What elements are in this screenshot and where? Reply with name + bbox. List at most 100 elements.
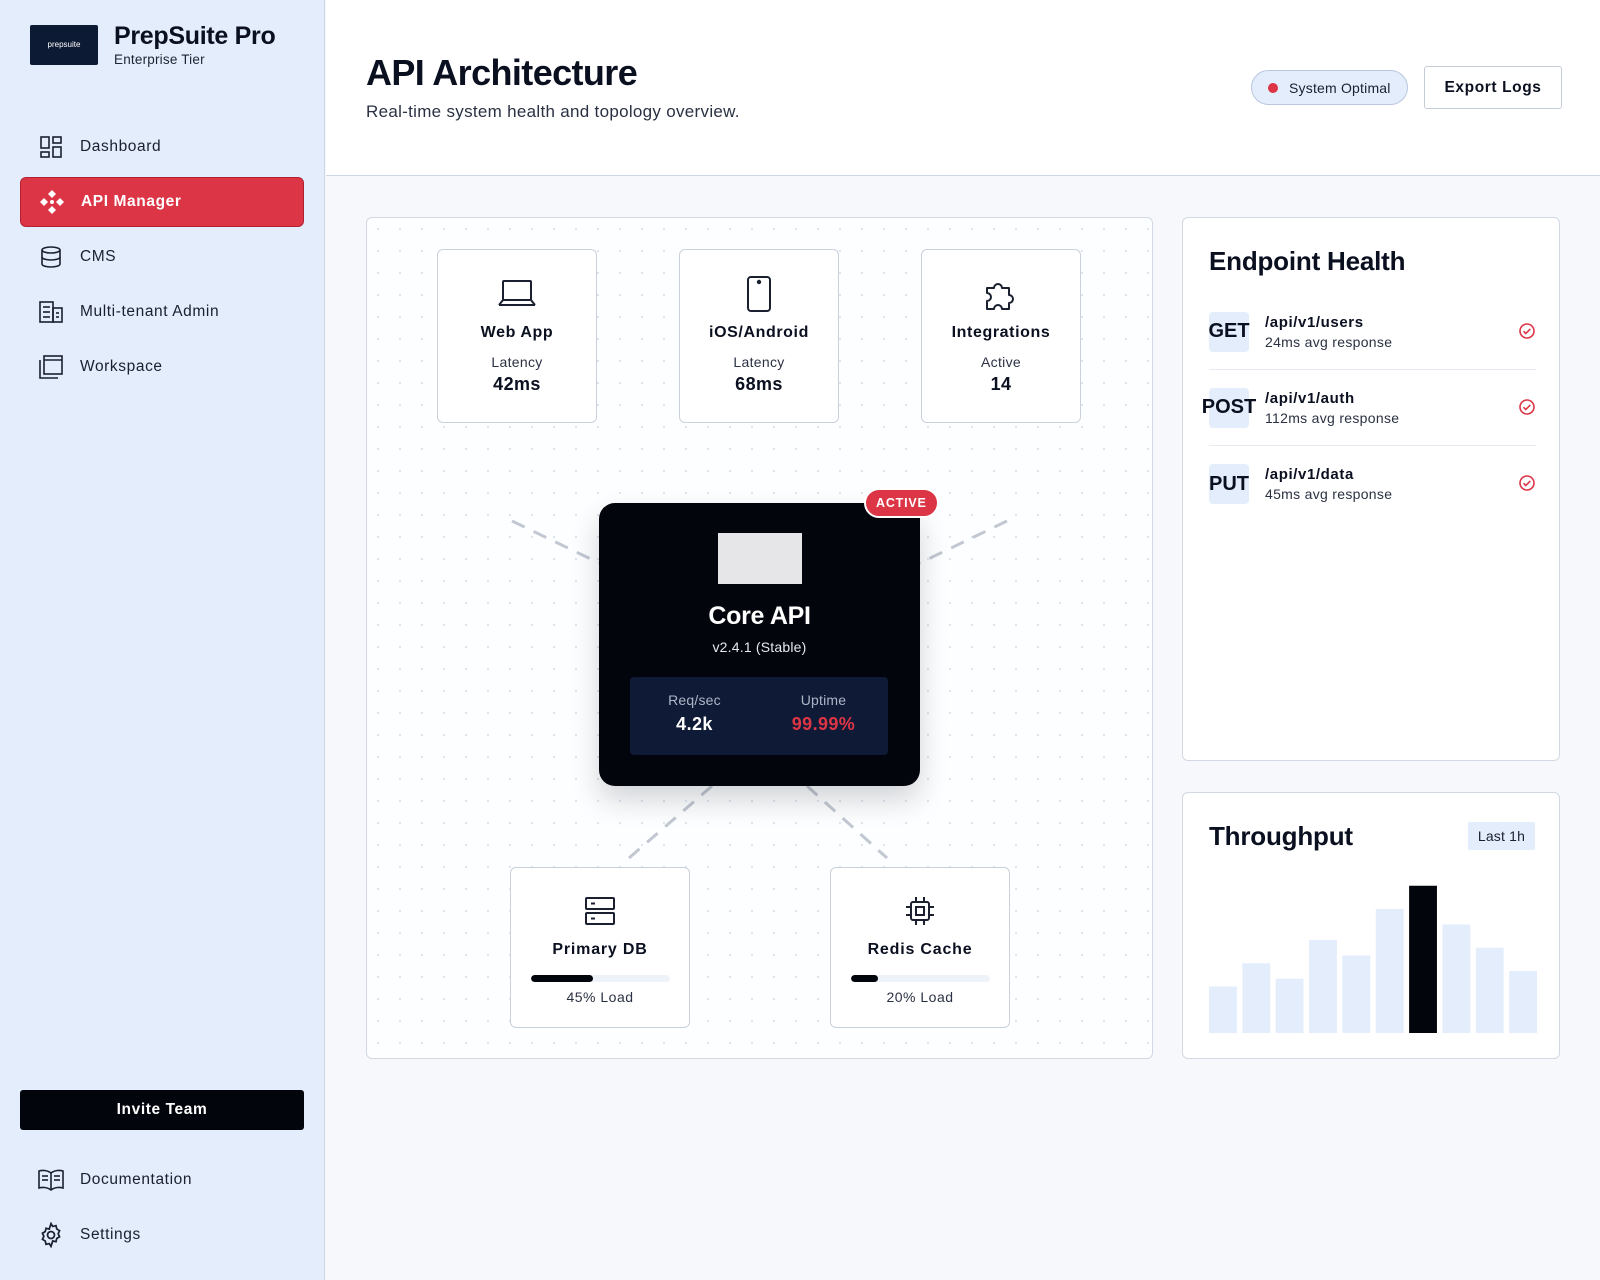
endpoint-row[interactable]: GET /api/v1/users 24ms avg response (1208, 294, 1536, 370)
load-bar-fill (850, 975, 879, 982)
panel-title: Endpoint Health (1209, 246, 1406, 276)
invite-team-button[interactable]: Invite Team (20, 1090, 304, 1130)
endpoint-path: /api/v1/data (1265, 466, 1354, 483)
page-header: API Architecture Real-time system health… (326, 0, 1600, 176)
nav-item-cms[interactable]: CMS (20, 232, 304, 282)
endpoint-path: /api/v1/users (1265, 313, 1364, 331)
infra-card-redis-cache[interactable]: Redis Cache 20% Load (830, 867, 1010, 1028)
page-subtitle: Real-time system health and topology ove… (366, 102, 740, 121)
client-name: Web App (480, 324, 554, 341)
core-api-node[interactable]: ACTIVE Core API v2.4.1 (Stable) Req/sec … (599, 488, 939, 786)
book-icon (37, 1166, 65, 1194)
endpoint-list: GET /api/v1/users 24ms avg response POST… (1202, 294, 1536, 522)
nav-label: CMS (80, 248, 117, 265)
laptop-icon (497, 274, 537, 314)
brand-title: PrepSuite Pro (114, 22, 276, 50)
endpoint-row[interactable]: POST /api/v1/auth 112ms avg response (1202, 370, 1536, 446)
client-card-web-app[interactable]: Web App Latency 42ms (437, 249, 597, 423)
throughput-bar (1242, 963, 1271, 1033)
brand-logo: prepsuite (30, 24, 98, 65)
client-metric-label: Latency (491, 354, 543, 370)
status-dot-icon (1268, 82, 1278, 93)
endpoint-meta: 45ms avg response (1265, 486, 1393, 502)
nav-label: Multi-tenant Admin (80, 303, 220, 320)
dashboard-icon (37, 133, 65, 161)
load-bar (530, 975, 670, 982)
workspace-icon (37, 353, 65, 381)
throughput-bar (1275, 978, 1304, 1033)
export-logs-button[interactable]: Export Logs (1424, 66, 1562, 109)
topology-panel: Web App Latency 42ms iOS/Android Latency… (366, 217, 1153, 1059)
throughput-chart (1209, 885, 1537, 1033)
nav-item-workspace[interactable]: Workspace (20, 342, 304, 392)
core-api-version: v2.4.1 (Stable) (712, 639, 807, 655)
client-metric-value: 42ms (493, 374, 541, 394)
client-name: Integrations (951, 324, 1051, 341)
infra-card-primary-db[interactable]: Primary DB 45% Load (510, 867, 690, 1028)
http-method-badge: GET (1208, 311, 1250, 352)
client-metric-label: Latency (733, 354, 785, 370)
http-method-badge: PUT (1209, 464, 1249, 504)
check-circle-icon (1519, 475, 1535, 491)
stat-label: Req/sec (668, 692, 721, 708)
client-metric-label: Active (981, 354, 1021, 370)
load-bar (850, 975, 990, 982)
nav-item-documentation[interactable]: Documentation (20, 1155, 304, 1205)
throughput-bar (1342, 955, 1371, 1033)
client-card-ios-android[interactable]: iOS/Android Latency 68ms (679, 249, 839, 423)
database-icon (37, 243, 65, 271)
stat-req-sec: Req/sec 4.2k (630, 677, 759, 755)
client-name: iOS/Android (709, 324, 809, 341)
throughput-bar (1509, 971, 1537, 1033)
throughput-bar (1442, 924, 1471, 1033)
sidebar: prepsuite PrepSuite Pro Enterprise Tier … (0, 0, 325, 1280)
endpoint-row[interactable]: PUT /api/v1/data 45ms avg response (1209, 446, 1536, 522)
nav-label: Documentation (80, 1171, 193, 1188)
nav-label: Workspace (80, 358, 163, 375)
system-status-badge: System Optimal (1251, 70, 1408, 105)
active-badge: ACTIVE (864, 488, 939, 518)
nav-item-api-manager[interactable]: API Manager (20, 177, 304, 227)
throughput-bar (1375, 909, 1404, 1033)
endpoint-meta: 24ms avg response (1265, 333, 1393, 350)
chip-icon (903, 894, 937, 928)
endpoint-meta: 112ms avg response (1265, 409, 1400, 426)
load-label: 20% Load (886, 989, 954, 1005)
infra-name: Primary DB (552, 941, 648, 958)
nav-item-dashboard[interactable]: Dashboard (20, 122, 304, 172)
panel-title: Throughput (1209, 821, 1353, 851)
check-circle-icon (1519, 323, 1535, 339)
check-circle-icon (1519, 399, 1535, 415)
client-card-integrations[interactable]: Integrations Active 14 (921, 249, 1081, 423)
core-api-stats: Req/sec 4.2k Uptime 99.99% (630, 677, 888, 755)
http-method-badge: POST (1202, 387, 1256, 428)
nav-label: Dashboard (80, 138, 162, 155)
main-nav: Dashboard API Manager CMS Multi-tenant A… (20, 122, 304, 397)
throughput-bar (1409, 885, 1437, 1033)
brand[interactable]: prepsuite PrepSuite Pro Enterprise Tier (30, 22, 276, 67)
api-icon (38, 188, 66, 216)
puzzle-icon (981, 274, 1021, 314)
throughput-bar (1309, 940, 1337, 1033)
phone-icon (739, 274, 779, 314)
endpoint-health-panel: Endpoint Health GET /api/v1/users 24ms a… (1182, 217, 1560, 761)
client-metric-value: 14 (990, 374, 1012, 394)
endpoint-path: /api/v1/auth (1265, 389, 1355, 407)
nav-item-settings[interactable]: Settings (20, 1210, 304, 1260)
load-label: 45% Load (566, 989, 634, 1005)
server-icon (583, 894, 617, 928)
core-api-title: Core API (708, 602, 811, 630)
stat-label: Uptime (800, 692, 847, 708)
nav-label: API Manager (81, 193, 182, 210)
brand-subtitle: Enterprise Tier (114, 52, 205, 67)
nav-item-multi-tenant-admin[interactable]: Multi-tenant Admin (20, 287, 304, 337)
throughput-panel: Throughput Last 1h (1182, 792, 1560, 1059)
stat-value: 4.2k (676, 714, 713, 734)
stat-value: 99.99% (791, 714, 856, 734)
stat-uptime: Uptime 99.99% (759, 677, 888, 755)
status-text: System Optimal (1289, 79, 1391, 96)
core-api-image (717, 533, 802, 584)
time-range-badge[interactable]: Last 1h (1468, 822, 1535, 850)
load-bar-fill (530, 975, 594, 982)
gear-icon (37, 1221, 65, 1249)
